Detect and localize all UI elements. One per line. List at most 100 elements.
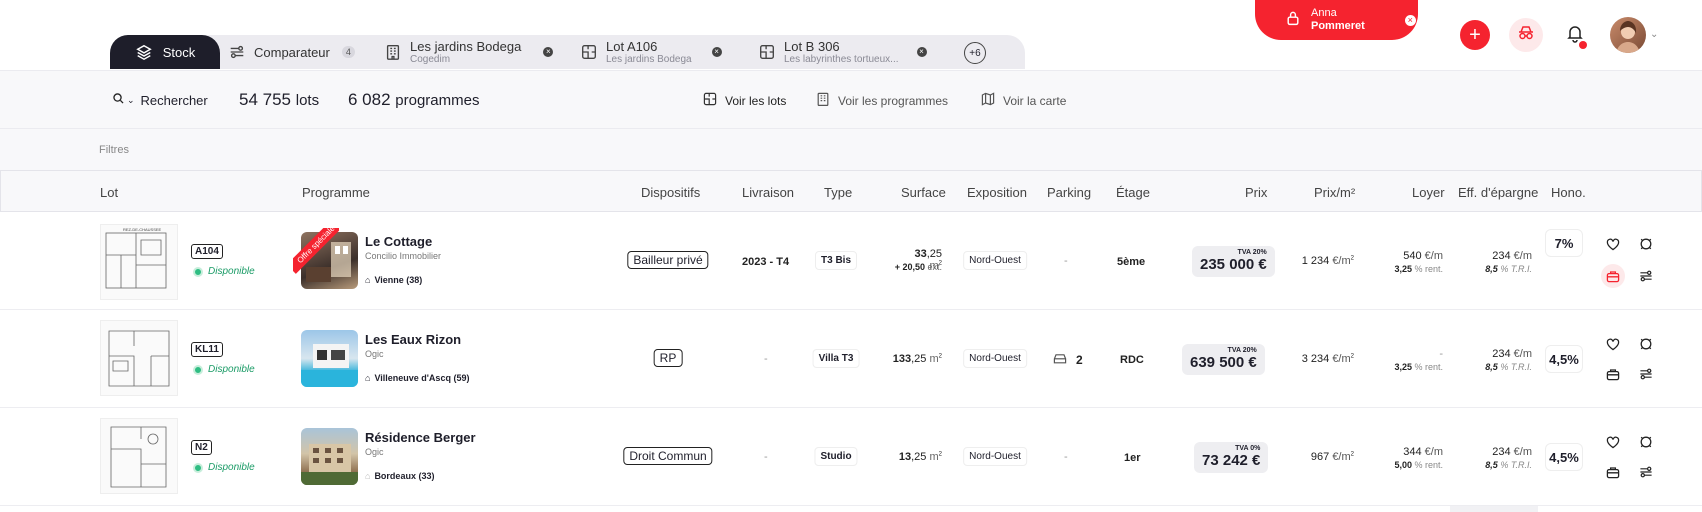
add-button[interactable]: + bbox=[1460, 20, 1490, 50]
building-icon bbox=[815, 91, 831, 110]
status-badge: Disponible bbox=[193, 364, 255, 375]
developer-name: Ogic bbox=[365, 349, 384, 359]
programme-name[interactable]: Les Eaux Rizon bbox=[365, 332, 461, 347]
tva-label: TVA 0% bbox=[1235, 445, 1261, 452]
lots-count-label: lots bbox=[295, 92, 320, 109]
compare-icon[interactable] bbox=[1636, 364, 1656, 384]
briefcase-icon[interactable] bbox=[1603, 364, 1623, 384]
avatar[interactable] bbox=[1610, 17, 1646, 53]
programme-city: ⌂ Vienne (38) bbox=[365, 275, 423, 285]
offre-speciale-ribbon: Offre spéciale bbox=[293, 228, 339, 274]
voir-carte-button[interactable]: Voir la carte bbox=[980, 91, 1066, 110]
tab-lot-b306[interactable]: Lot B 306 Les labyrinthes tortueux... × bbox=[758, 35, 927, 69]
briefcase-icon[interactable] bbox=[1603, 462, 1623, 482]
svg-text:REZ-DE-CHAUSSEE: REZ-DE-CHAUSSEE bbox=[123, 227, 162, 232]
epargne-value: 234 €/m bbox=[1492, 348, 1532, 360]
tab-lot-a106[interactable]: Lot A106 Les jardins Bodega × bbox=[580, 35, 722, 69]
header-dispositifs[interactable]: Dispositifs bbox=[641, 185, 700, 200]
floor-plan-image bbox=[100, 320, 178, 396]
status-badge: Disponible bbox=[193, 462, 255, 473]
chevron-down-icon[interactable]: ⌄ bbox=[1650, 29, 1658, 40]
header-prix-m2[interactable]: Prix/m² bbox=[1314, 185, 1355, 200]
heart-icon[interactable] bbox=[1603, 234, 1623, 254]
header-parking[interactable]: Parking bbox=[1047, 185, 1091, 200]
loyer-value: - bbox=[1439, 348, 1443, 360]
dispositif-chip: RP bbox=[653, 349, 683, 367]
status-badge: Disponible bbox=[193, 266, 255, 277]
header-surface[interactable]: Surface bbox=[901, 185, 946, 200]
user-session-pill[interactable]: Anna Pommeret × bbox=[1255, 0, 1418, 40]
refresh-icon[interactable] bbox=[1636, 334, 1656, 354]
price-box[interactable]: TVA 20% 235 000 € bbox=[1192, 246, 1275, 277]
lots-count-value: 54 755 bbox=[239, 90, 291, 109]
close-session-icon[interactable]: × bbox=[1404, 14, 1416, 26]
rent-value: 5,00 % rent. bbox=[1394, 460, 1443, 470]
floorplan-icon bbox=[702, 91, 718, 110]
table-row[interactable]: REZ-DE-CHAUSSEE A104 Disponible Le Cotta… bbox=[0, 212, 1702, 310]
briefcase-icon[interactable] bbox=[1601, 264, 1625, 288]
price-box[interactable]: TVA 0% 73 242 € bbox=[1194, 442, 1269, 473]
tab-stock-label: Stock bbox=[162, 44, 196, 60]
user-last-name: Pommeret bbox=[1311, 20, 1365, 32]
header-hono[interactable]: Hono. bbox=[1551, 185, 1586, 200]
livraison-value: - bbox=[764, 451, 768, 463]
livraison-value: 2023 - T4 bbox=[742, 256, 790, 268]
filters-bar[interactable]: Filtres bbox=[0, 128, 1702, 170]
heart-icon[interactable] bbox=[1603, 432, 1623, 452]
header-type[interactable]: Type bbox=[824, 185, 852, 200]
floor-plan-image bbox=[100, 418, 178, 494]
surface-value: 13,25 m2 bbox=[898, 451, 942, 463]
location-icon: ⌂ bbox=[365, 373, 371, 383]
price-value: 639 500 € bbox=[1190, 354, 1257, 371]
compare-icon[interactable] bbox=[1636, 462, 1656, 482]
more-tabs-button[interactable]: +6 bbox=[964, 42, 986, 64]
table-row[interactable]: KL11 Disponible Les Eaux Rizon Ogic ⌂ Vil… bbox=[0, 310, 1702, 408]
developer-name: Concilio Immobilier bbox=[365, 251, 442, 261]
header-programme[interactable]: Programme bbox=[302, 185, 370, 200]
tab-b306-sub: Les labyrinthes tortueux... bbox=[784, 53, 899, 65]
close-icon[interactable]: × bbox=[916, 47, 927, 57]
close-icon[interactable]: × bbox=[543, 47, 554, 57]
filters-label: Filtres bbox=[99, 144, 129, 156]
header-loyer[interactable]: Loyer bbox=[1412, 185, 1445, 200]
programme-name[interactable]: Résidence Berger bbox=[365, 430, 476, 445]
epargne-value: 234 €/m bbox=[1492, 250, 1532, 262]
header-prix[interactable]: Prix bbox=[1245, 185, 1267, 200]
tab-comparateur[interactable]: Comparateur 4 bbox=[228, 35, 355, 69]
location-icon: ⌂ bbox=[365, 471, 371, 481]
price-value: 73 242 € bbox=[1202, 452, 1261, 469]
prix-m2-value: 967 €/m2 bbox=[1310, 451, 1354, 463]
table-row[interactable]: N2 Disponible Résidence Berger Ogic ⌂ Bor… bbox=[0, 408, 1702, 506]
compare-icon[interactable] bbox=[1636, 266, 1656, 286]
map-icon bbox=[980, 91, 996, 110]
incognito-button[interactable] bbox=[1509, 18, 1543, 52]
notifications-button[interactable] bbox=[1560, 20, 1590, 50]
heart-icon[interactable] bbox=[1603, 334, 1623, 354]
tab-programme-jardins[interactable]: Les jardins Bodega Cogedim × bbox=[384, 35, 554, 69]
lots-count: 54 755 lots bbox=[239, 90, 319, 110]
close-icon[interactable]: × bbox=[711, 47, 722, 57]
bell-icon bbox=[1565, 23, 1587, 49]
status-dot-icon bbox=[193, 462, 203, 473]
programme-photo bbox=[301, 330, 358, 387]
loyer-value: 344 €/m bbox=[1403, 446, 1443, 458]
price-box[interactable]: TVA 20% 639 500 € bbox=[1182, 344, 1265, 375]
tab-b306-title: Lot B 306 bbox=[784, 38, 840, 54]
programme-name[interactable]: Le Cottage bbox=[365, 234, 432, 249]
search-button[interactable]: ⌄ Rechercher bbox=[102, 85, 218, 115]
voir-lots-button[interactable]: Voir les lots bbox=[702, 91, 786, 110]
voir-programmes-button[interactable]: Voir les programmes bbox=[815, 91, 948, 110]
refresh-icon[interactable] bbox=[1636, 432, 1656, 452]
etage-value: 5ème bbox=[1117, 256, 1146, 268]
header-lot[interactable]: Lot bbox=[100, 185, 118, 200]
header-epargne[interactable]: Eff. d'épargne bbox=[1458, 185, 1538, 200]
search-icon bbox=[112, 92, 125, 108]
floorplan-icon bbox=[758, 43, 776, 61]
header-etage[interactable]: Étage bbox=[1116, 185, 1150, 200]
dispositif-chip: Bailleur privé bbox=[627, 251, 709, 269]
status-dot-icon bbox=[193, 266, 203, 277]
tab-stock[interactable]: Stock bbox=[110, 35, 220, 69]
header-livraison[interactable]: Livraison bbox=[742, 185, 794, 200]
header-exposition[interactable]: Exposition bbox=[967, 185, 1027, 200]
refresh-icon[interactable] bbox=[1636, 234, 1656, 254]
